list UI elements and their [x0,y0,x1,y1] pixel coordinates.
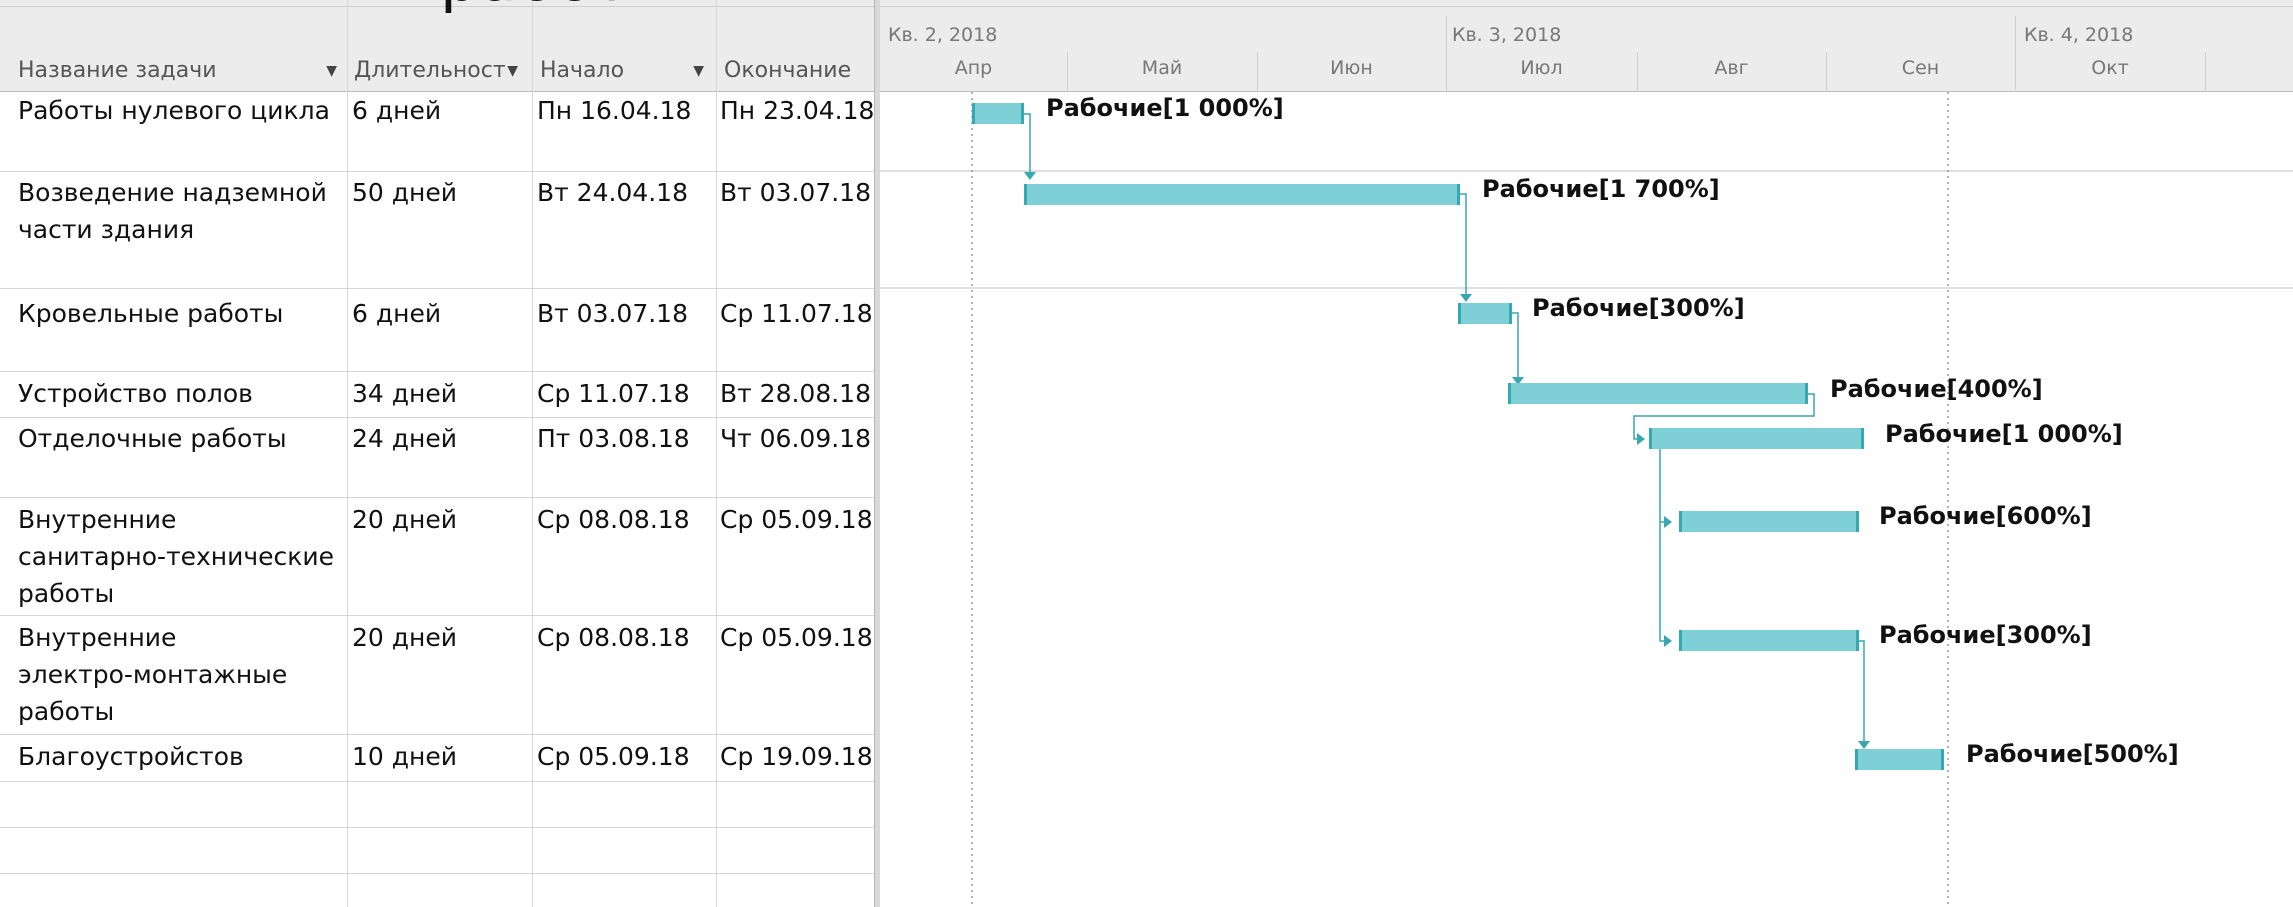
task-name-line: Внутренние [18,505,177,534]
task-bars[interactable] [972,103,1944,770]
dependency-link [1859,640,1865,741]
task-name[interactable]: Устройство полов [18,375,346,412]
column-header-finish-label: Окончание [724,58,852,83]
task-name-line: Работы нулевого цикла [18,96,330,125]
task-name-line: Кровельные работы [18,299,284,328]
task-bar[interactable] [1855,749,1944,770]
task-duration[interactable]: 6 дней [352,92,441,129]
slide-title-fragment: работ [440,0,630,10]
task-name-line: Возведение надземной [18,178,327,207]
resource-label: Рабочие[1 000%] [1885,420,2123,448]
column-header-start[interactable]: Начало ▼ [540,56,710,86]
task-duration[interactable]: 6 дней [352,295,441,332]
task-name-line: Благоустройстов [18,742,244,771]
task-duration[interactable]: 20 дней [352,501,457,538]
resource-label: Рабочие[1 000%] [1046,94,1284,122]
task-finish[interactable]: Ср 11.07.18 [720,295,873,332]
task-bar[interactable] [1679,630,1859,651]
task-name[interactable]: Кровельные работы [18,295,346,332]
link-arrow-icon [1858,741,1870,749]
task-finish[interactable]: Ср 19.09.18 [720,738,873,775]
resource-label: Рабочие[600%] [1879,502,2092,530]
resource-label: Рабочие[500%] [1966,740,2179,768]
task-name-line: Устройство полов [18,379,253,408]
column-header-duration[interactable]: Длительност ▼ [354,56,524,86]
task-duration[interactable]: 50 дней [352,174,457,211]
task-bar[interactable] [1649,428,1864,449]
task-bar[interactable] [1679,511,1859,532]
link-arrow-icon [1024,172,1036,180]
task-finish[interactable]: Вт 03.07.18 [720,174,871,211]
task-name-line: работы [18,697,115,726]
column-header-finish[interactable]: Окончание [724,56,874,86]
task-start[interactable]: Пн 16.04.18 [537,92,691,129]
task-finish[interactable]: Ср 05.09.18 [720,619,873,656]
task-name-line: Внутренние [18,623,177,652]
task-name-line: санитарно-технические [18,542,335,571]
dependency-link [1659,522,1669,642]
task-name-line: Отделочные работы [18,424,287,453]
task-name[interactable]: Отделочные работы [18,420,346,457]
column-header-duration-label: Длительност [354,58,506,83]
gantt-chart: Рабочие[1 000%] Рабочие[1 700%] Рабочие[… [880,92,2293,907]
task-start[interactable]: Вт 24.04.18 [537,174,688,211]
column-filter-arrow-icon[interactable]: ▼ [693,56,704,86]
dependency-link [1024,113,1031,172]
dependency-link [1460,193,1467,294]
resource-label: Рабочие[300%] [1879,621,2092,649]
task-start[interactable]: Ср 08.08.18 [537,619,690,656]
dependency-link [1512,312,1519,377]
task-bar[interactable] [1024,184,1460,205]
column-header-name[interactable]: Название задачи ▼ [18,56,343,86]
task-name[interactable]: Возведение надземной части здания [18,174,346,248]
task-duration[interactable]: 20 дней [352,619,457,656]
task-name[interactable]: Работы нулевого цикла [18,92,346,129]
task-start[interactable]: Ср 11.07.18 [537,375,690,412]
column-filter-arrow-icon[interactable]: ▼ [326,56,337,86]
task-finish[interactable]: Ср 05.09.18 [720,501,873,538]
resource-label: Рабочие[400%] [1830,375,2043,403]
task-name[interactable]: Внутренние санитарно-технические работы [18,501,346,612]
task-name[interactable]: Благоустройстов [18,738,346,775]
link-arrow-icon [1664,635,1672,647]
column-header-name-label: Название задачи [18,58,217,83]
task-bar[interactable] [1458,303,1512,324]
task-finish[interactable]: Чт 06.09.18 [720,420,871,457]
task-name-line: работы [18,579,115,608]
task-start[interactable]: Ср 05.09.18 [537,738,690,775]
link-arrow-icon [1460,294,1472,302]
link-arrow-icon [1637,433,1645,445]
task-start[interactable]: Пт 03.08.18 [537,420,690,457]
task-bar[interactable] [972,103,1024,124]
task-start[interactable]: Вт 03.07.18 [537,295,688,332]
task-name-line: электро-монтажные [18,660,288,689]
resource-label: Рабочие[1 700%] [1482,175,1720,203]
task-duration[interactable]: 34 дней [352,375,457,412]
column-header-start-label: Начало [540,58,625,83]
task-duration[interactable]: 10 дней [352,738,457,775]
dependency-link [1659,439,1669,523]
link-arrow-icon [1664,516,1672,528]
task-finish[interactable]: Пн 23.04.18 [720,92,874,129]
task-bar[interactable] [1508,383,1808,404]
task-duration[interactable]: 24 дней [352,420,457,457]
link-arrows [1024,172,1870,749]
task-name-line: части здания [18,215,195,244]
task-name[interactable]: Внутренние электро-монтажные работы [18,619,346,730]
resource-label: Рабочие[300%] [1532,294,1745,322]
task-finish[interactable]: Вт 28.08.18 [720,375,871,412]
task-start[interactable]: Ср 08.08.18 [537,501,690,538]
task-table: Работы нулевого цикла 6 дней Пн 16.04.18… [0,0,877,907]
column-filter-arrow-icon[interactable]: ▼ [507,56,518,86]
